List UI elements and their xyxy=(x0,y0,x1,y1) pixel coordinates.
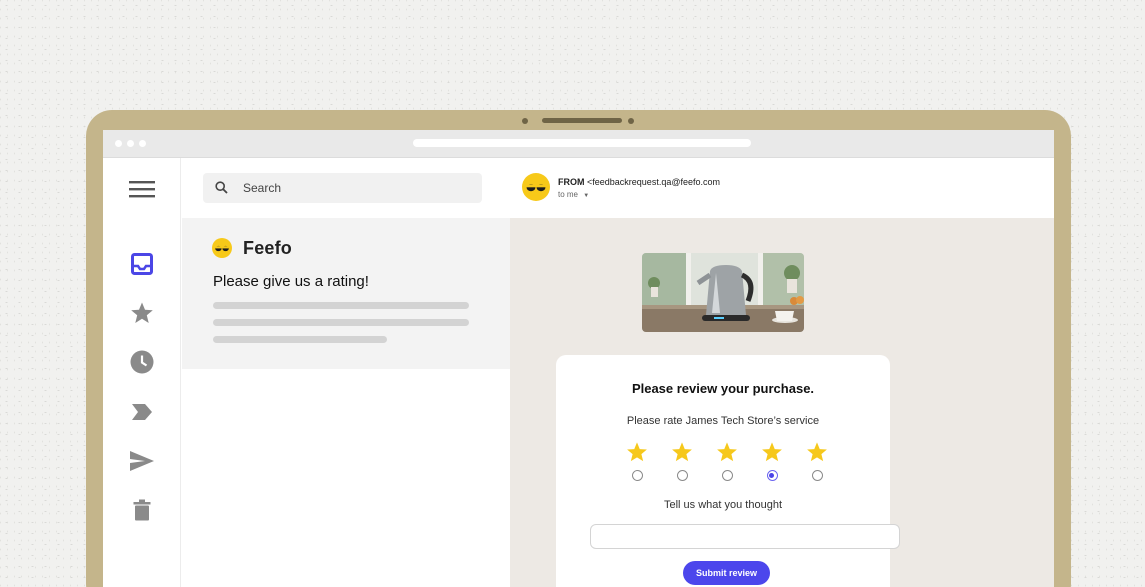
sidebar xyxy=(103,158,181,587)
message-subject: Please give us a rating! xyxy=(213,273,369,290)
laptop-frame: Feefo Please give us a rating! FROM <fee… xyxy=(86,110,1071,587)
rating-radio-5[interactable] xyxy=(811,470,823,481)
email-header: FROM <feedbackrequest.qa@feefo.com to me… xyxy=(510,158,1054,218)
rating-option-1[interactable] xyxy=(625,441,649,481)
address-bar[interactable] xyxy=(413,139,751,147)
search-icon xyxy=(215,181,228,194)
review-subtitle: Please rate James Tech Store’s service xyxy=(626,415,820,427)
sender-avatar-icon xyxy=(522,173,550,201)
message-list-item[interactable]: Feefo Please give us a rating! xyxy=(182,218,510,369)
review-title: Please review your purchase. xyxy=(631,381,815,396)
rating-radio-2[interactable] xyxy=(676,470,688,481)
rating-option-2[interactable] xyxy=(670,441,694,481)
label-icon[interactable] xyxy=(129,399,155,425)
rating-radio-1[interactable] xyxy=(631,470,643,481)
review-card: Please review your purchase. Please rate… xyxy=(556,355,900,587)
thoughts-input[interactable] xyxy=(590,524,900,549)
rating-option-5[interactable] xyxy=(805,441,829,481)
preview-line-placeholder xyxy=(213,336,387,343)
star-icon[interactable] xyxy=(129,300,155,326)
menu-icon[interactable] xyxy=(129,176,155,202)
preview-line-placeholder xyxy=(213,302,469,309)
window-dot[interactable] xyxy=(127,140,134,147)
preview-line-placeholder xyxy=(213,319,469,326)
send-icon[interactable] xyxy=(129,448,155,474)
from-line: FROM <feedbackrequest.qa@feefo.com xyxy=(558,177,720,187)
star-icon xyxy=(762,442,782,462)
email-body: Please review your purchase. Please rate… xyxy=(510,218,1054,587)
rating-radio-3[interactable] xyxy=(721,470,733,481)
kettle-product-image xyxy=(642,253,804,332)
sender-name: Feefo xyxy=(243,238,293,258)
inbox-icon[interactable] xyxy=(129,251,155,277)
star-icon xyxy=(807,442,827,462)
browser-bar xyxy=(103,130,1054,158)
screen: Feefo Please give us a rating! FROM <fee… xyxy=(103,130,1054,587)
camera-dot xyxy=(628,118,634,124)
rating-option-4[interactable] xyxy=(760,441,784,481)
trash-icon[interactable] xyxy=(129,497,155,523)
feefo-logo-icon xyxy=(212,238,232,258)
from-label: FROM xyxy=(558,177,585,187)
camera-bar xyxy=(542,118,622,123)
thoughts-label: Tell us what you thought xyxy=(663,499,783,511)
rating-radio-4[interactable] xyxy=(766,470,778,481)
window-dot[interactable] xyxy=(115,140,122,147)
clock-icon[interactable] xyxy=(129,349,155,375)
search-bar xyxy=(203,173,482,203)
recipient-text: to me xyxy=(558,190,579,199)
search-input[interactable] xyxy=(243,173,473,203)
window-dot[interactable] xyxy=(139,140,146,147)
chevron-down-icon[interactable]: ▼ xyxy=(583,193,589,199)
rating-option-3[interactable] xyxy=(715,441,739,481)
from-address: <feedbackrequest.qa@feefo.com xyxy=(587,177,720,187)
star-icon xyxy=(672,442,692,462)
star-icon xyxy=(717,442,737,462)
recipient-line[interactable]: to me ▼ xyxy=(558,190,589,199)
camera-dot xyxy=(522,118,528,124)
submit-review-button[interactable]: Submit review xyxy=(683,561,770,585)
star-icon xyxy=(627,442,647,462)
